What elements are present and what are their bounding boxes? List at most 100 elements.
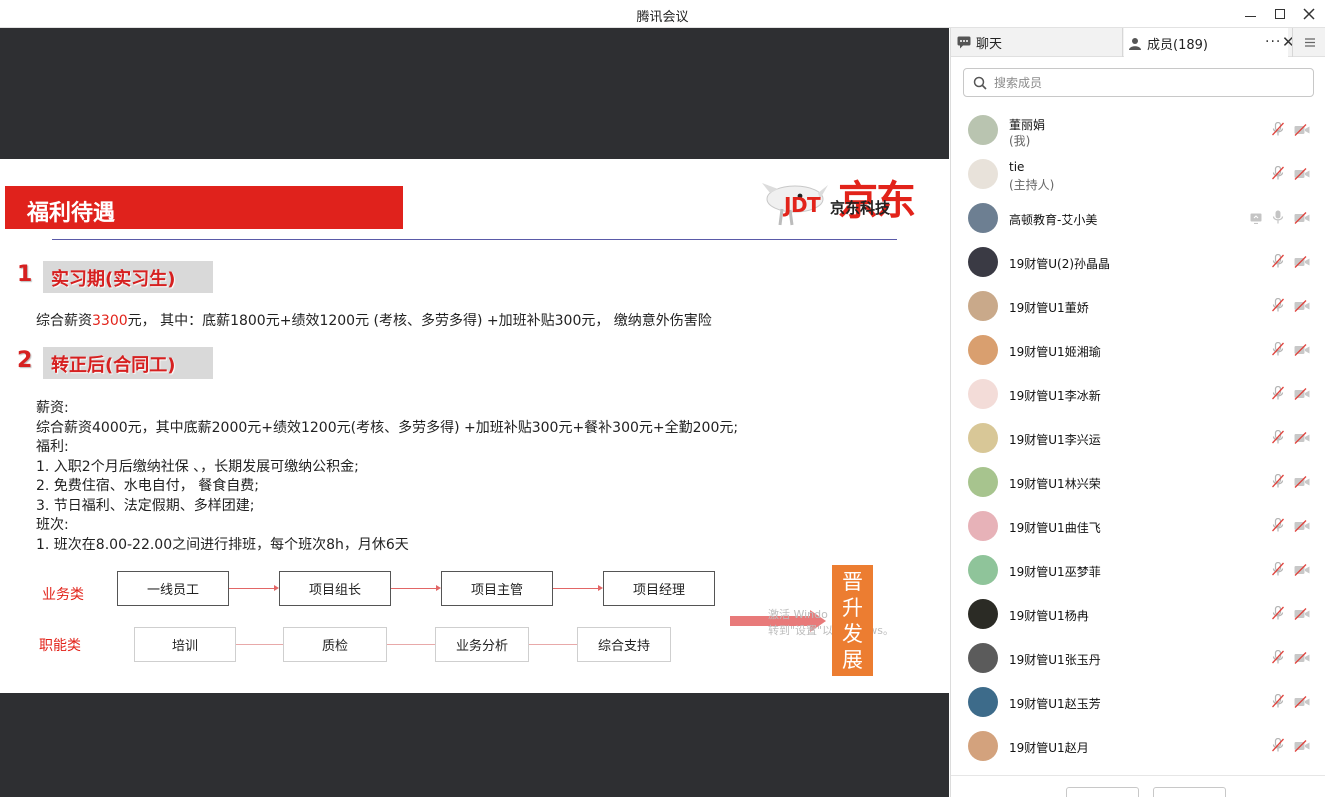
presentation-slide: 福利待遇 京东 JDT 京东科技 1 实习期(实习生) 综合薪资3300元， 其… (0, 159, 949, 693)
camera-off-icon (1294, 649, 1310, 668)
body-line: 1. 入职2个月后缴纳社保 、，长期发展可缴纳公积金; (36, 458, 359, 475)
member-row[interactable]: 19财管U1姬湘瑜 (951, 328, 1325, 372)
member-row[interactable]: 19财管U1林兴荣 (951, 460, 1325, 504)
camera-off-icon (1294, 165, 1310, 184)
camera-off-icon (1294, 209, 1310, 228)
member-name: 19财管U(2)孙晶晶 (1009, 257, 1111, 271)
flow-box-supervisor: 项目主管 (441, 571, 553, 606)
member-row[interactable]: 19财管U1董娇 (951, 284, 1325, 328)
salary-prefix: 综合薪资 (36, 313, 92, 329)
camera-off-icon (1294, 253, 1310, 272)
screen-share-icon (1250, 209, 1262, 228)
member-status-icons (1272, 649, 1310, 668)
flow-box-support: 综合支持 (577, 627, 671, 662)
member-name: 19财管U1李冰新 (1009, 389, 1101, 403)
avatar (968, 643, 998, 673)
mic-muted-icon (1272, 429, 1284, 448)
member-list: 董丽娟 (我) tie (主持人) 高顿教育-艾小美 19财管U(2)孙晶晶 19财管U1董… (951, 108, 1325, 768)
member-row[interactable]: 19财管U1赵玉芳 (951, 680, 1325, 724)
camera-off-icon (1294, 473, 1310, 492)
body-line: 1. 班次在8.00-22.00之间进行排班，每个班次8h，月休6天 (36, 536, 409, 553)
avatar (968, 159, 998, 189)
member-status-icons (1272, 385, 1310, 404)
member-row[interactable]: 19财管U1张玉丹 (951, 636, 1325, 680)
jdt-logo-text: JDT (784, 193, 821, 217)
tab-chat[interactable]: 聊天 (951, 28, 1123, 57)
member-role: (主持人) (1009, 178, 1055, 192)
member-row[interactable]: 19财管U(2)孙晶晶 (951, 240, 1325, 284)
unmute-all-button[interactable] (1153, 787, 1226, 797)
minimize-icon (1244, 15, 1256, 17)
avatar (968, 599, 998, 629)
mic-muted-icon (1272, 253, 1284, 272)
flow-connector (236, 644, 283, 645)
minimize-button[interactable] (1238, 4, 1262, 24)
member-status-icons (1272, 253, 1310, 272)
promotion-box: 晋升发展 (832, 565, 873, 676)
member-search (963, 68, 1314, 97)
jd-tech-logo-text: 京东科技 (830, 199, 891, 217)
avatar (968, 467, 998, 497)
tab-chat-label: 聊天 (976, 37, 1003, 52)
maximize-button[interactable] (1268, 4, 1292, 24)
member-name: 19财管U1董娇 (1009, 301, 1089, 315)
camera-off-icon (1294, 297, 1310, 316)
mute-all-button[interactable] (1066, 787, 1139, 797)
avatar (968, 687, 998, 717)
member-row[interactable]: 高顿教育-艾小美 (951, 196, 1325, 240)
search-members-input[interactable] (994, 72, 1304, 93)
mic-muted-icon (1272, 517, 1284, 536)
member-status-icons (1272, 561, 1310, 580)
chat-icon (957, 36, 971, 49)
slide-banner-title: 福利待遇 (27, 201, 116, 226)
member-name: 19财管U1曲佳飞 (1009, 521, 1101, 535)
members-icon (1128, 37, 1142, 50)
member-name: 19财管U1林兴荣 (1009, 477, 1101, 491)
body-line: 班次: (36, 517, 69, 533)
body-line: 薪资: (36, 400, 69, 416)
member-name: 高顿教育-艾小美 (1009, 213, 1098, 227)
member-status-icons (1272, 737, 1310, 756)
camera-off-icon (1294, 385, 1310, 404)
member-row[interactable]: 19财管U1李兴运 (951, 416, 1325, 460)
full-time-benefits-text: 薪资: 综合薪资4000元，其中底薪2000元+绩效1200元(考核、多劳多得)… (36, 399, 738, 555)
member-row[interactable]: 19财管U1赵月 (951, 724, 1325, 768)
member-row[interactable]: 19财管U1李冰新 (951, 372, 1325, 416)
avatar (968, 247, 998, 277)
body-line: 福利: (36, 439, 69, 455)
member-status-icons (1272, 473, 1310, 492)
member-row[interactable]: 董丽娟 (我) (951, 108, 1325, 152)
avatar (968, 555, 998, 585)
member-status-icons (1272, 165, 1310, 184)
flow-box-quality: 质检 (283, 627, 387, 662)
mic-on-icon (1272, 209, 1284, 228)
slide-banner: 福利待遇 (5, 186, 403, 229)
camera-off-icon (1294, 605, 1310, 624)
tab-members[interactable]: 成员(189) (1124, 28, 1288, 58)
camera-off-icon (1294, 341, 1310, 360)
member-row[interactable]: tie (主持人) (951, 152, 1325, 196)
mic-muted-icon (1272, 121, 1284, 140)
flow-box-team-lead: 项目组长 (279, 571, 391, 606)
member-name: 19财管U1姬湘瑜 (1009, 345, 1101, 359)
panel-bottom-divider (951, 775, 1325, 776)
member-row[interactable]: 19财管U1曲佳飞 (951, 504, 1325, 548)
body-line: 2. 免费住宿、水电自付， 餐食自费; (36, 478, 259, 494)
close-window-button[interactable] (1297, 4, 1321, 24)
mic-muted-icon (1272, 473, 1284, 492)
member-name: 19财管U1李兴运 (1009, 433, 1101, 447)
avatar (968, 379, 998, 409)
flow-box-business-analysis: 业务分析 (435, 627, 529, 662)
member-status-icons (1272, 605, 1310, 624)
body-line: 综合薪资4000元，其中底薪2000元+绩效1200元(考核、多劳多得) +加班… (36, 419, 739, 436)
more-options-icon[interactable]: ··· (1265, 34, 1281, 50)
mic-muted-icon (1272, 297, 1284, 316)
panel-menu-button[interactable] (1292, 28, 1325, 57)
close-icon (1303, 8, 1315, 20)
title-divider (52, 239, 897, 240)
member-name: 19财管U1赵玉芳 (1009, 697, 1101, 711)
window-title-bar: 腾讯会议 (0, 0, 1325, 28)
member-row[interactable]: 19财管U1杨冉 (951, 592, 1325, 636)
member-row[interactable]: 19财管U1巫梦菲 (951, 548, 1325, 592)
function-track-label: 职能类 (39, 638, 81, 654)
